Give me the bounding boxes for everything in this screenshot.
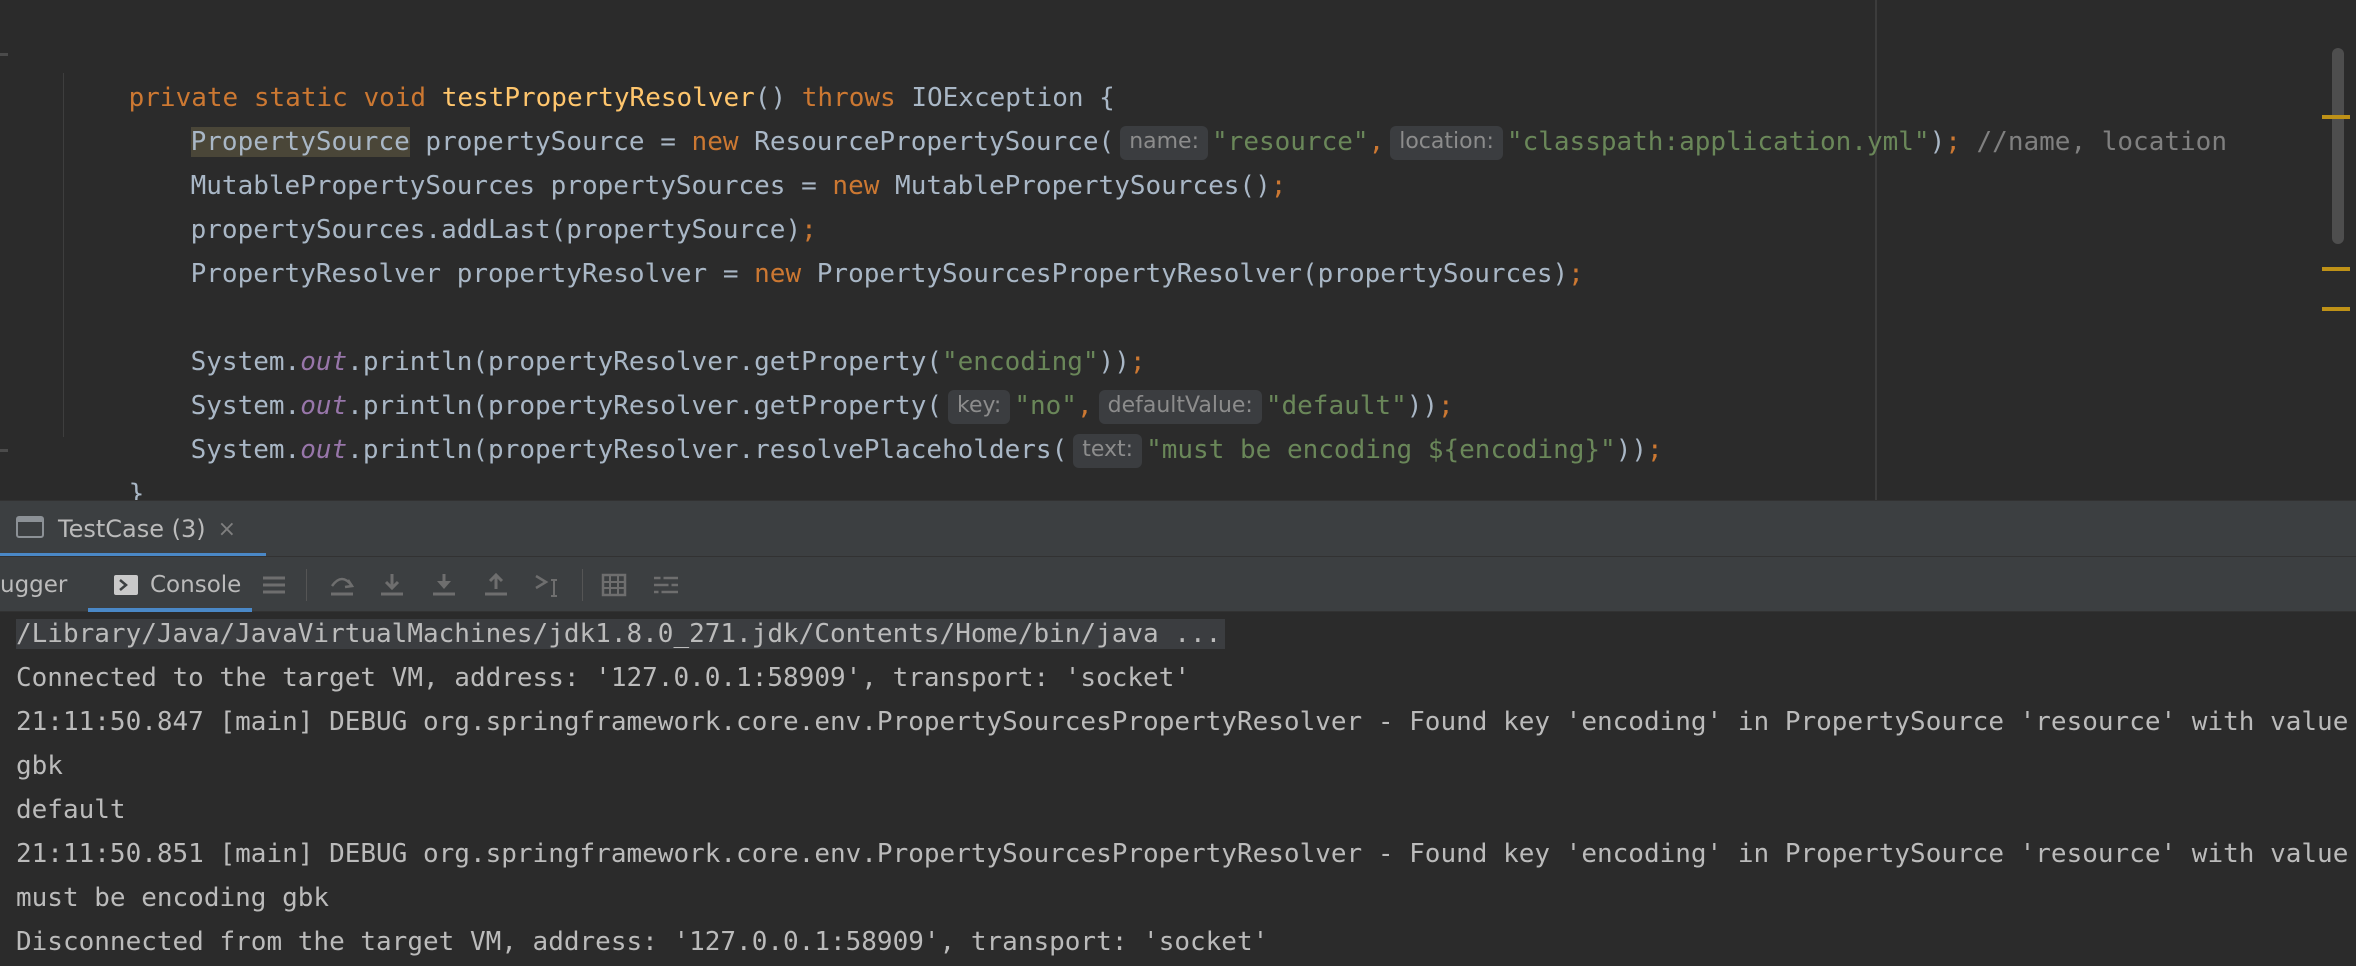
parameter-hint: text:: [1073, 434, 1143, 468]
code-comment: //name, location: [1960, 127, 2227, 157]
tab-testcase[interactable]: TestCase (3) ×: [0, 501, 236, 557]
console-line: must be encoding gbk: [16, 883, 330, 913]
console-line: Disconnected from the target VM, address…: [16, 927, 1269, 957]
semicolon: ;: [1945, 127, 1961, 157]
code-line-1[interactable]: private static void testPropertyResolver…: [66, 32, 1115, 113]
console-line: 21:11:50.847 [main] DEBUG org.springfram…: [16, 707, 2349, 737]
force-step-into-icon[interactable]: [428, 569, 460, 601]
run-to-cursor-icon[interactable]: [532, 569, 564, 601]
code-text: ): [1929, 127, 1946, 157]
console-line: gbk: [16, 751, 63, 781]
console-output[interactable]: /Library/Java/JavaVirtualMachines/jdk1.8…: [0, 612, 2356, 966]
code-line-3[interactable]: MutablePropertySources propertySources =…: [128, 120, 1287, 201]
console-line: default: [16, 795, 126, 825]
keyword: new: [832, 171, 880, 201]
fold-marker[interactable]: [0, 53, 8, 56]
string-literal: "must be encoding ${encoding}": [1146, 435, 1616, 465]
trace-icon[interactable]: [650, 569, 682, 601]
right-margin-guide: [1875, 0, 1877, 500]
debug-toolbar: ugger Console: [0, 556, 2356, 612]
semicolon: ;: [1270, 171, 1287, 201]
code-line-8[interactable]: System.out.println(propertyResolver.reso…: [128, 384, 1663, 468]
code-line-4[interactable]: propertySources.addLast(propertySource);: [128, 164, 817, 245]
run-tool-window-header: TestCase (3) ×: [0, 500, 2356, 557]
keyword: new: [754, 259, 802, 289]
debug-tab-icon: [16, 515, 44, 543]
step-over-icon[interactable]: [326, 569, 358, 601]
code-line-6[interactable]: System.out.println(propertyResolver.getP…: [128, 296, 1146, 377]
list-icon[interactable]: [258, 569, 290, 601]
tab-debugger[interactable]: ugger: [0, 557, 67, 613]
evaluate-table-icon[interactable]: [598, 569, 630, 601]
toolbar-separator: [306, 569, 307, 601]
vertical-scrollbar[interactable]: [2332, 48, 2344, 244]
console-line: /Library/Java/JavaVirtualMachines/jdk1.8…: [16, 612, 1226, 656]
parameter-hint: location:: [1390, 126, 1503, 160]
warning-stripe-marker[interactable]: [2322, 267, 2350, 271]
warning-stripe-marker[interactable]: [2322, 307, 2350, 311]
code-text: PropertyResolver propertyResolver =: [190, 259, 755, 289]
close-icon[interactable]: ×: [218, 517, 236, 542]
console-icon: [110, 569, 142, 601]
java-command[interactable]: /Library/Java/JavaVirtualMachines/jdk1.8…: [16, 619, 1226, 649]
step-out-icon[interactable]: [480, 569, 512, 601]
static-field: out: [300, 435, 348, 465]
code-line-9[interactable]: }: [66, 428, 145, 500]
string-literal: "classpath:application.yml": [1506, 127, 1930, 157]
code-text: .println(propertyResolver.resolvePlaceho…: [347, 435, 1068, 465]
indent-guide: [63, 73, 64, 437]
console-line: 21:11:50.851 [main] DEBUG org.springfram…: [16, 839, 2349, 869]
console-line: Connected to the target VM, address: '12…: [16, 663, 1190, 693]
warning-stripe-marker[interactable]: [2322, 115, 2350, 119]
semicolon: ;: [1647, 435, 1663, 465]
code-line-7[interactable]: System.out.println(propertyResolver.getP…: [128, 340, 1454, 424]
closing-brace: }: [128, 479, 145, 500]
code-text: )): [1615, 435, 1647, 465]
tab-console[interactable]: Console: [150, 557, 241, 613]
code-line-5[interactable]: PropertyResolver propertyResolver = new …: [128, 208, 1584, 289]
semicolon: ;: [1568, 259, 1584, 289]
code-text: PropertySourcesPropertyResolver(property…: [801, 259, 1569, 289]
tab-label: TestCase (3): [58, 515, 206, 543]
code-editor[interactable]: private static void testPropertyResolver…: [0, 0, 2356, 500]
code-text: System.: [190, 435, 301, 465]
toolbar-separator: [582, 569, 583, 601]
step-into-icon[interactable]: [376, 569, 408, 601]
code-line-2[interactable]: PropertySource propertySource = new Reso…: [128, 76, 2227, 160]
code-text: MutablePropertySources(): [879, 171, 1271, 201]
fold-marker[interactable]: [0, 449, 8, 452]
comma: ,: [1368, 127, 1385, 157]
